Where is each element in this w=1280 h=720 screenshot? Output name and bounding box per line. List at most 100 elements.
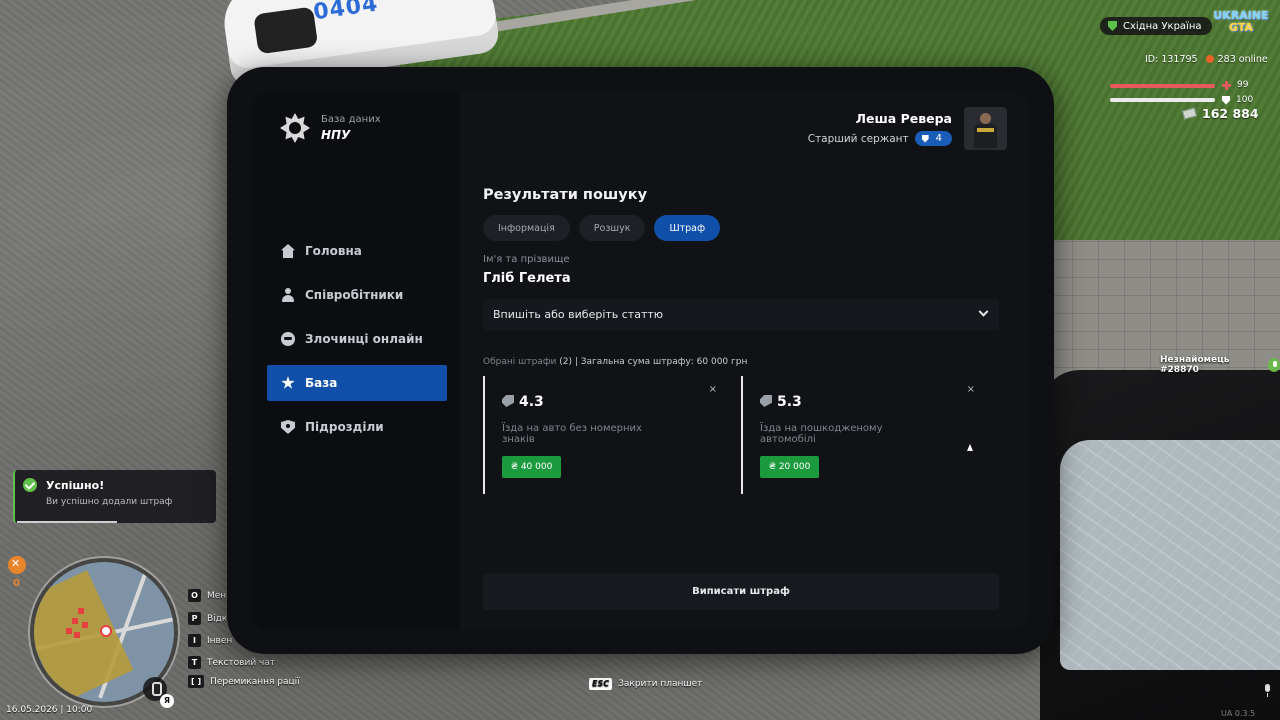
tab-information[interactable]: Інформація <box>483 215 570 241</box>
police-tablet: База даних НПУ Головна Співробітники Зло… <box>227 67 1054 654</box>
hint-menu: O Меню <box>188 589 226 602</box>
people-icon <box>281 288 295 302</box>
fine-card: 4.3 × Їзда на авто без номерних знаків ₴… <box>483 376 741 494</box>
server-shield-icon <box>1108 21 1117 31</box>
tools-icon <box>8 556 26 574</box>
player-marker <box>100 625 112 637</box>
brand-text: База даних НПУ <box>321 114 381 142</box>
health-bar <box>1110 84 1215 88</box>
hint-radio: [ ] Перемикання рації <box>188 675 300 688</box>
fine-price: ₴ 40 000 <box>502 456 562 478</box>
sidebar-item-label: База <box>305 376 338 390</box>
police-car-number: 0404 <box>311 0 380 26</box>
map-counter: 0 <box>13 578 20 589</box>
sidebar-nav: Головна Співробітники Злочинці онлайн Ба… <box>267 233 447 453</box>
user-profile: Леша Ревера Старший сержант 4 <box>808 107 1007 150</box>
user-rank: Старший сержант <box>807 132 909 145</box>
health-value-group: 99 <box>1222 80 1248 90</box>
sidebar-item-database[interactable]: База <box>267 365 447 401</box>
brand-subtitle: База даних <box>321 114 381 125</box>
fine-price: ₴ 20 000 <box>760 456 820 478</box>
armor-value: 100 <box>1236 95 1254 105</box>
avatar-vest <box>977 128 994 132</box>
online-text: 283 online <box>1217 54 1268 65</box>
user-rank-row: Старший сержант 4 <box>808 131 952 146</box>
sidebar-item-criminals-online[interactable]: Злочинці онлайн <box>267 321 447 357</box>
shattered-windshield <box>1060 440 1280 670</box>
rank-level: 4 <box>935 133 942 144</box>
player-info: ID: 131795 283 online <box>1145 54 1268 65</box>
tab-wanted[interactable]: Розшук <box>578 215 646 241</box>
person-name: Гліб Гелета <box>483 271 571 286</box>
health-cross-icon <box>1222 80 1231 90</box>
search-results: Результати пошуку Інформація Розшук Штра… <box>483 187 999 494</box>
fine-code: 4.3 <box>519 394 544 410</box>
nearby-player-name: Незнайомець #28870 <box>1160 355 1230 375</box>
ya-badge: Я <box>160 694 174 708</box>
check-icon <box>23 478 37 492</box>
sidebar-item-home[interactable]: Головна <box>267 233 447 269</box>
hint-key: I <box>188 634 201 647</box>
server-badge: Східна Україна <box>1100 17 1212 35</box>
hint-chat: T Текстовий чат <box>188 656 275 669</box>
page-title: Результати пошуку <box>483 187 648 203</box>
map-blip <box>82 622 88 628</box>
mask-icon <box>281 332 295 346</box>
tag-icon <box>760 395 772 407</box>
remove-fine-button[interactable]: × <box>967 384 975 395</box>
sidebar-item-employees[interactable]: Співробітники <box>267 277 447 313</box>
issue-fine-button[interactable]: Виписати штраф <box>483 573 999 610</box>
player-id: ID: 131795 <box>1145 54 1198 65</box>
armor-shield-icon <box>1222 95 1230 105</box>
logo-line-2: GTA <box>1229 21 1253 34</box>
chevron-down-icon <box>978 306 989 317</box>
tab-fine[interactable]: Штраф <box>654 215 721 241</box>
online-count: 283 online <box>1205 54 1268 65</box>
avatar <box>964 107 1007 150</box>
fine-card: 5.3 × Їзда на пошкодженому автомобілі ₴ … <box>741 376 999 494</box>
selected-fines: 4.3 × Їзда на авто без номерних знаків ₴… <box>483 376 999 494</box>
server-name: Східна Україна <box>1123 20 1202 32</box>
money-value: 162 884 <box>1202 106 1259 121</box>
hint-label: Текстовий чат <box>207 657 276 668</box>
money-icon <box>1182 107 1197 120</box>
map-blip <box>72 618 78 624</box>
sidebar-item-label: Підрозділи <box>305 420 384 434</box>
user-text: Леша Ревера Старший сержант 4 <box>808 111 952 146</box>
online-dot-icon <box>1205 55 1214 63</box>
money-display: 162 884 <box>1182 106 1259 121</box>
hint-key: P <box>188 612 201 625</box>
result-tabs: Інформація Розшук Штраф <box>483 215 999 241</box>
date-time: 16.05.2026 | 10:00 <box>6 705 93 715</box>
notification-message: Ви успішно додали штраф <box>46 497 173 507</box>
home-icon <box>281 244 295 258</box>
fine-description: Їзда на авто без номерних знаків <box>502 423 642 445</box>
success-notification: Успішно! Ви успішно додали штраф <box>13 470 216 523</box>
esc-label: Закрити планшет <box>618 679 703 689</box>
notification-title: Успішно! <box>46 479 105 492</box>
version-label: UA 0.3.5 <box>1221 709 1256 718</box>
shield-icon <box>281 420 295 434</box>
avatar-head <box>980 113 991 124</box>
remove-fine-button[interactable]: × <box>709 384 717 395</box>
game-logo: UKRAINE GTA <box>1213 10 1269 38</box>
rank-shield-icon <box>921 134 929 143</box>
armor-value-group: 100 <box>1222 95 1253 105</box>
fine-description: Їзда на пошкодженому автомобілі <box>760 423 883 445</box>
star-icon <box>281 376 295 389</box>
voice-mic-icon <box>1267 358 1280 372</box>
hint-key: O <box>188 589 201 602</box>
health-value: 99 <box>1237 80 1249 90</box>
esc-key[interactable]: ESC <box>589 678 613 690</box>
hint-key: T <box>188 656 201 669</box>
hint-inventory: I Інвентар <box>188 634 233 647</box>
damaged-black-car <box>1040 370 1280 720</box>
article-select[interactable]: Впишіть або виберіть статтю <box>483 299 999 330</box>
notification-progress <box>17 521 117 523</box>
armor-bar <box>1110 98 1215 102</box>
article-select-value: Впишіть або виберіть статтю <box>493 308 664 321</box>
rank-level-badge: 4 <box>914 131 952 146</box>
hint-label: Відкрити телефон <box>207 613 226 624</box>
map-blip <box>66 628 72 634</box>
sidebar-item-divisions[interactable]: Підрозділи <box>267 409 447 445</box>
